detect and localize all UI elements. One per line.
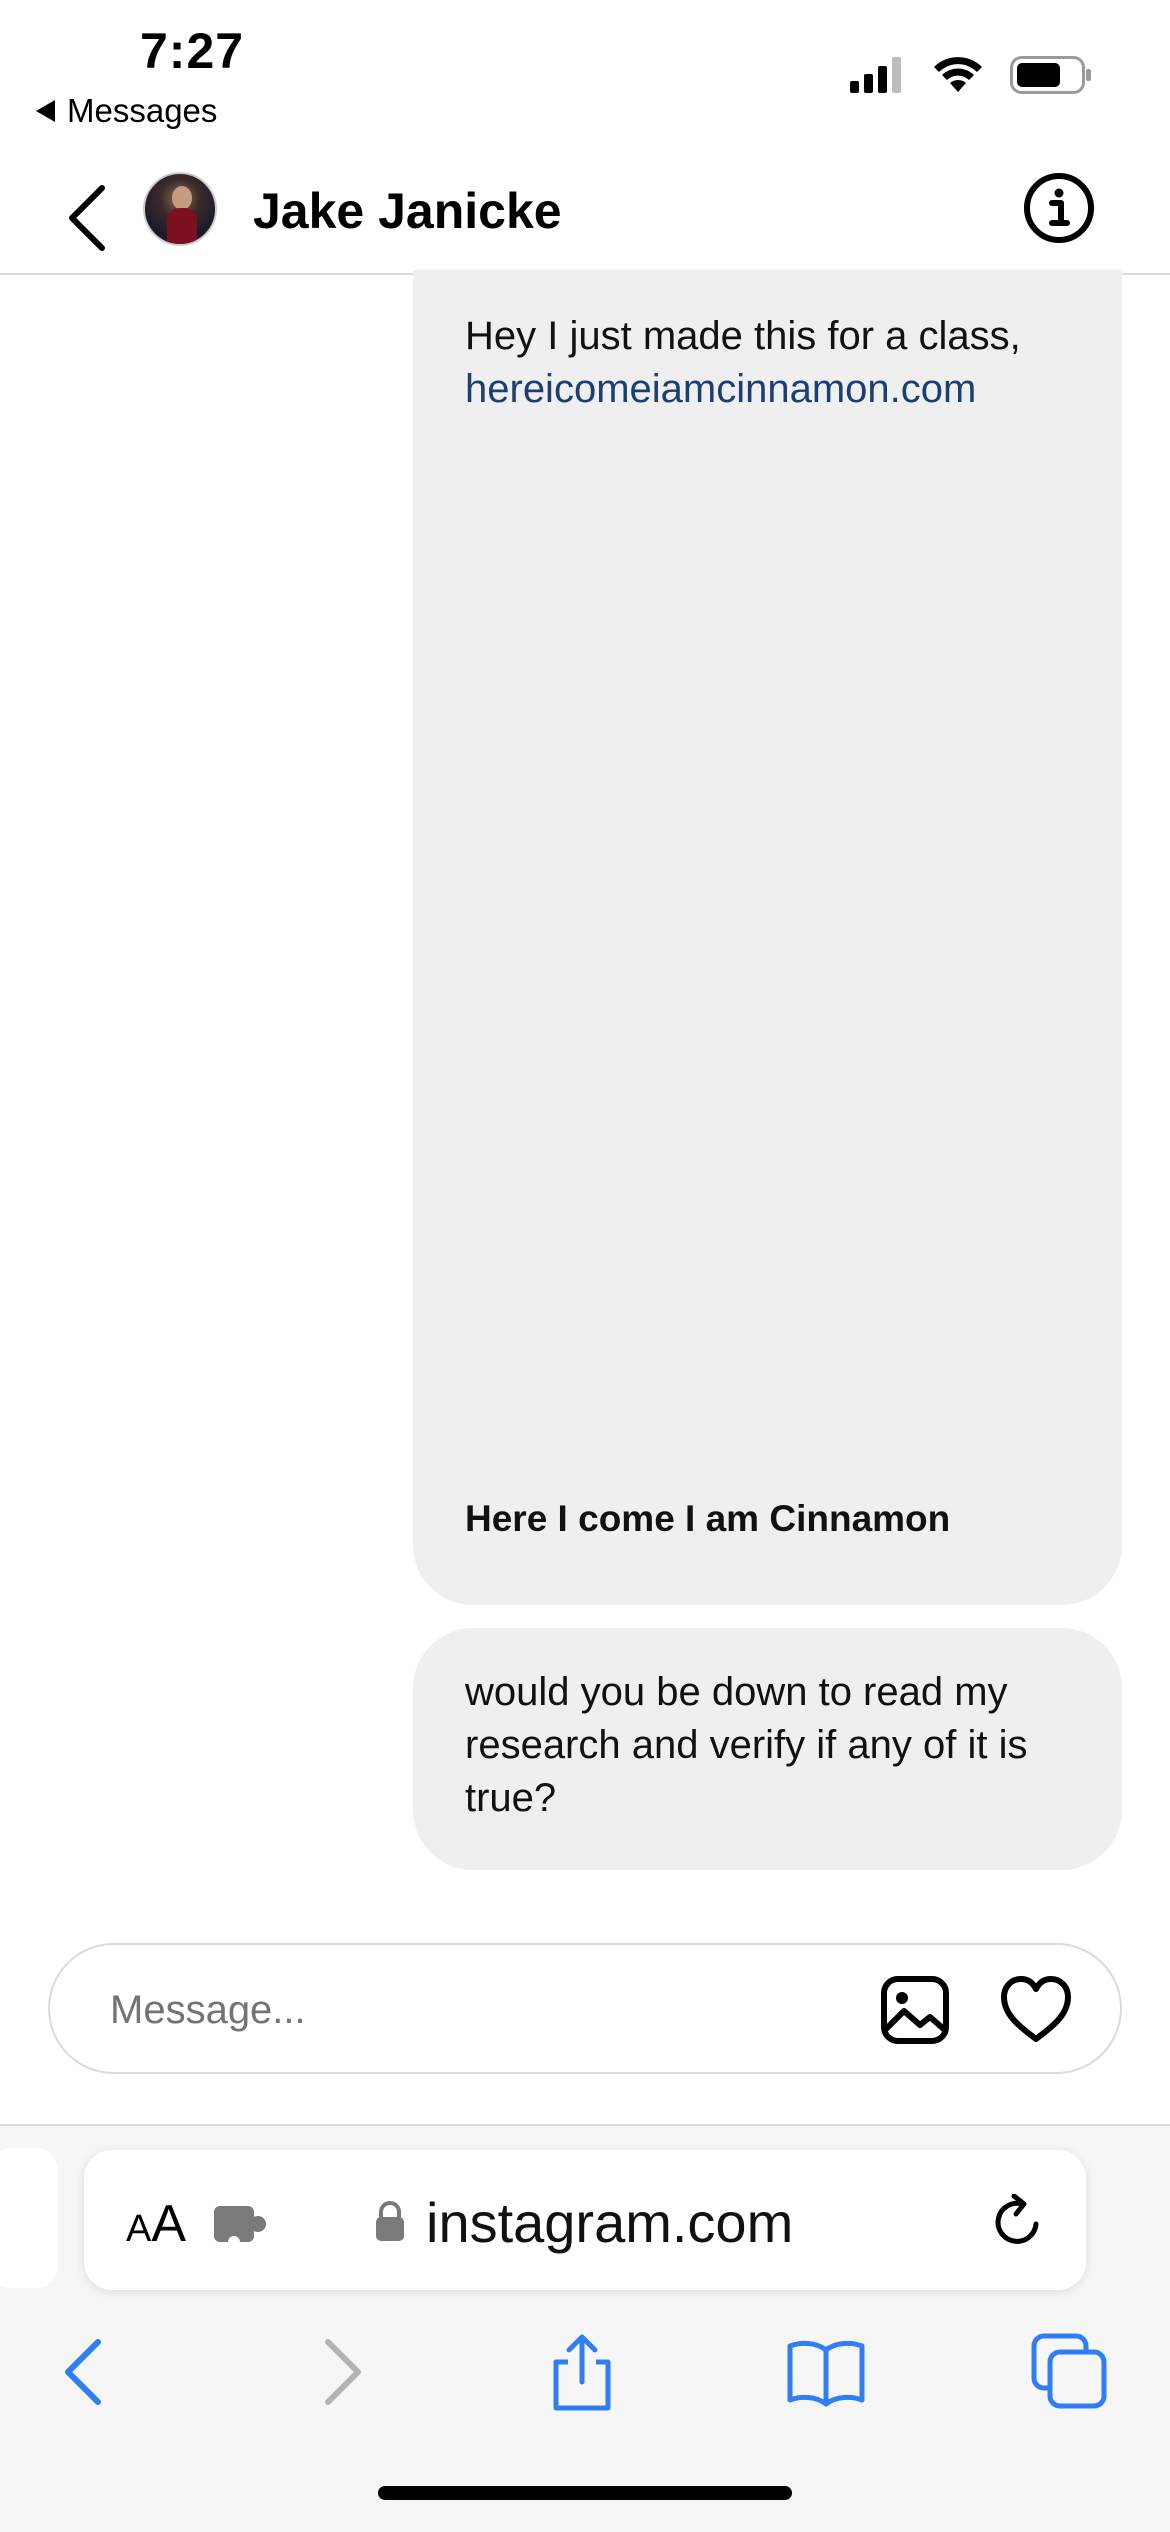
back-to-app-label: Messages xyxy=(67,92,218,129)
battery-icon xyxy=(1010,56,1091,94)
message-link[interactable]: hereicomeiamcinnamon.com xyxy=(465,367,976,411)
previous-tab-peek[interactable] xyxy=(0,2148,58,2288)
back-to-app-link[interactable]: Messages xyxy=(36,92,217,130)
message-bubble-link-preview[interactable]: Hey I just made this for a class, hereic… xyxy=(413,270,1122,1605)
status-icons xyxy=(850,56,1092,94)
status-time: 7:27 xyxy=(140,23,245,79)
text-size-button[interactable]: AA xyxy=(126,2194,186,2254)
browser-toolbar: AA instagram.com xyxy=(0,2124,1170,2532)
gallery-icon[interactable] xyxy=(880,1975,950,2045)
heart-icon[interactable] xyxy=(1000,1975,1072,2045)
browser-nav-row xyxy=(0,2312,1170,2442)
back-triangle-icon xyxy=(36,100,55,122)
lock-icon xyxy=(376,2201,404,2241)
message-text: would you be down to read my research an… xyxy=(465,1670,1028,1820)
message-text: Hey I just made this for a class, hereic… xyxy=(465,310,1085,416)
forward-arrow-icon[interactable] xyxy=(300,2332,380,2412)
back-chevron-icon[interactable] xyxy=(60,178,114,258)
chat-header: Jake Janicke xyxy=(0,160,1170,275)
wifi-icon xyxy=(934,57,982,92)
message-text-body: Hey I just made this for a class, xyxy=(465,314,1021,358)
contact-name[interactable]: Jake Janicke xyxy=(253,182,562,240)
reload-icon[interactable] xyxy=(990,2194,1046,2250)
message-input[interactable] xyxy=(110,1973,870,2047)
info-icon[interactable] xyxy=(1023,172,1095,244)
message-bubble[interactable]: would you be down to read my research an… xyxy=(413,1628,1122,1870)
link-preview-title: Here I come I am Cinnamon xyxy=(465,1498,951,1539)
home-indicator[interactable] xyxy=(378,2486,792,2500)
message-composer xyxy=(48,1943,1122,2074)
screen: 7:27 Messages Jake Janicke Hey I just ma… xyxy=(0,0,1170,2532)
extension-icon[interactable] xyxy=(214,2204,270,2244)
address-bar[interactable]: AA instagram.com xyxy=(84,2150,1086,2290)
back-arrow-icon[interactable] xyxy=(46,2332,126,2412)
share-icon[interactable] xyxy=(542,2332,622,2412)
contact-avatar[interactable] xyxy=(143,172,217,246)
bookmarks-icon[interactable] xyxy=(786,2332,866,2412)
tabs-icon[interactable] xyxy=(1030,2332,1110,2412)
cellular-signal-icon xyxy=(850,57,901,93)
url-text[interactable]: instagram.com xyxy=(426,2190,793,2255)
